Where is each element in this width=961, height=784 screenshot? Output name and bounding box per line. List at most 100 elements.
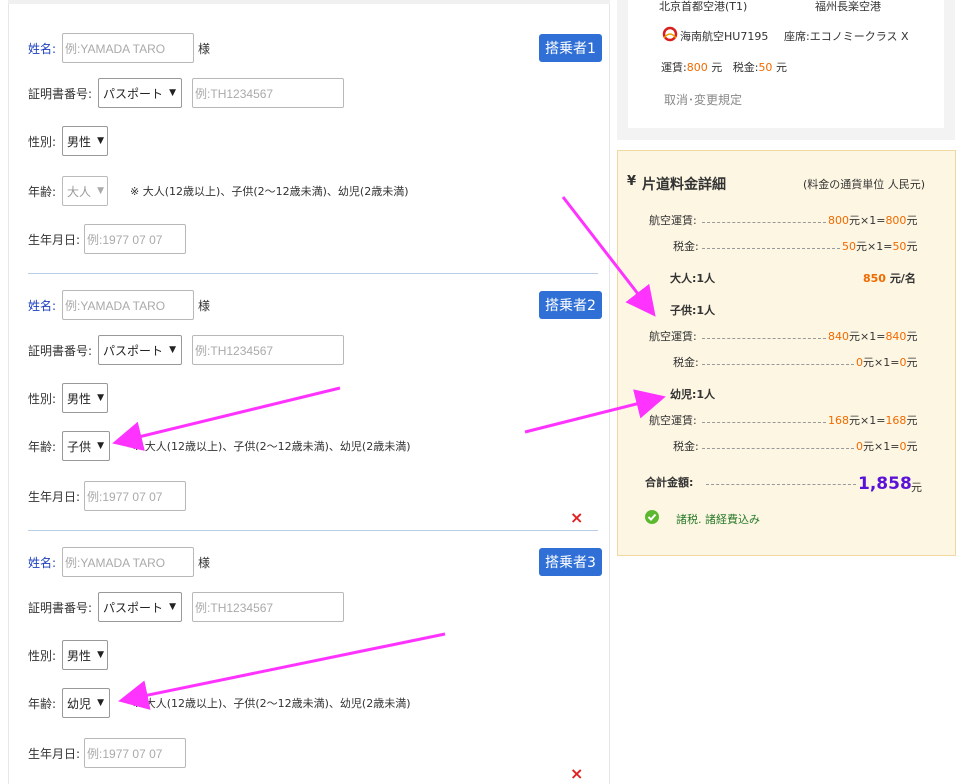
- caret-down-icon: ▼: [169, 88, 176, 98]
- airline-logo-icon: [662, 26, 678, 42]
- adult-fare-label: 航空運賃:: [649, 214, 697, 227]
- caret-down-icon: ▼: [97, 698, 104, 708]
- name-label: 姓名:: [28, 41, 57, 56]
- id-number-input[interactable]: 例:TH1234567: [192, 335, 345, 365]
- adult-fare-calc: 800元×1=800元: [828, 214, 918, 227]
- age-note: ※ 大人(12歳以上)、子供(2～12歳未満)、幼児(2歳未満): [130, 185, 409, 198]
- name-label: 姓名:: [28, 298, 57, 313]
- dotted-leader: [702, 448, 854, 449]
- id-type-select[interactable]: パスポート ▼: [98, 78, 183, 108]
- arrival-airport: 福州長楽空港: [815, 0, 881, 13]
- fare-label: 運賃:: [661, 61, 687, 74]
- child-fare-label: 航空運賃:: [649, 330, 697, 343]
- delete-passenger-icon[interactable]: ×: [570, 508, 583, 527]
- id-type-select[interactable]: パスポート ▼: [98, 592, 183, 622]
- airline-flight: 海南航空HU7195: [680, 30, 769, 43]
- infant-fare-label: 航空運賃:: [649, 414, 697, 427]
- child-fare-calc: 840元×1=840元: [828, 330, 918, 343]
- adult-count: 大人:1人: [670, 272, 716, 285]
- form-top-strip: [8, 0, 610, 4]
- caret-down-icon: ▼: [97, 441, 104, 451]
- id-number-input[interactable]: 例:TH1234567: [192, 78, 345, 108]
- tax-unit: 元: [775, 61, 787, 74]
- tax-label: 税金:: [732, 61, 759, 74]
- infant-tax-calc: 0元×1=0元: [856, 440, 918, 453]
- adult-tax-calc: 50元×1=50元: [842, 240, 918, 253]
- birthdate-label: 生年月日:: [28, 489, 81, 504]
- dotted-leader: [702, 338, 826, 339]
- total-amount: 1,858: [858, 474, 912, 494]
- check-circle-icon: [645, 510, 659, 524]
- age-select[interactable]: 幼児 ▼: [62, 688, 111, 718]
- age-note: ※ 大人(12歳以上)、子供(2～12歳未満)、幼児(2歳未満): [132, 440, 411, 453]
- caret-down-icon: ▼: [169, 345, 176, 355]
- price-detail-box: [617, 150, 956, 556]
- tax-included-note: 諸税. 諸経費込み: [676, 513, 760, 526]
- passenger-badge: 搭乗者1: [539, 34, 602, 62]
- tax-value: 50: [758, 61, 773, 74]
- birthdate-label: 生年月日:: [28, 746, 81, 761]
- child-tax-calc: 0元×1=0元: [856, 356, 918, 369]
- birthdate-input[interactable]: 例:1977 07 07: [84, 224, 187, 254]
- fare-unit: 元: [711, 61, 723, 74]
- age-label: 年齢:: [28, 439, 57, 454]
- caret-down-icon: ▼: [97, 650, 104, 660]
- dotted-leader: [702, 422, 826, 423]
- sex-label: 性別:: [28, 648, 57, 663]
- total-unit: 元: [911, 481, 922, 494]
- age-label: 年齢:: [28, 696, 57, 711]
- passenger-badge: 搭乗者3: [539, 548, 602, 576]
- passenger-badge: 搭乗者2: [539, 291, 602, 319]
- passenger-divider: [28, 530, 598, 531]
- sex-label: 性別:: [28, 391, 57, 406]
- age-select[interactable]: 子供 ▼: [62, 431, 111, 461]
- sex-select[interactable]: 男性 ▼: [62, 126, 109, 156]
- id-number-input[interactable]: 例:TH1234567: [192, 592, 345, 622]
- price-title: 片道料金詳細: [642, 177, 726, 193]
- name-suffix: 様: [198, 41, 211, 56]
- birthdate-input[interactable]: 例:1977 07 07: [84, 738, 187, 768]
- sex-select[interactable]: 男性 ▼: [62, 383, 109, 413]
- seat-class: 座席:エコノミークラス X: [784, 30, 909, 43]
- fare-value: 800: [686, 61, 708, 74]
- dotted-leader: [706, 484, 856, 485]
- sex-select[interactable]: 男性 ▼: [62, 640, 109, 670]
- total-label: 合計金額:: [645, 476, 694, 489]
- dotted-leader: [702, 364, 854, 365]
- name-suffix: 様: [198, 555, 211, 570]
- adult-per-person: 850 元/名: [863, 272, 916, 285]
- id-number-label: 証明書番号:: [28, 86, 93, 101]
- age-note: ※ 大人(12歳以上)、子供(2～12歳未満)、幼児(2歳未満): [132, 697, 411, 710]
- dotted-leader: [702, 248, 840, 249]
- birthdate-input[interactable]: 例:1977 07 07: [84, 481, 187, 511]
- fare-line: 運賃:800 元 税金:50 元: [661, 59, 787, 75]
- delete-passenger-icon[interactable]: ×: [570, 764, 583, 783]
- infant-tax-label: 税金:: [673, 440, 699, 453]
- infant-fare-calc: 168元×1=168元: [828, 414, 918, 427]
- sex-label: 性別:: [28, 134, 57, 149]
- child-count: 子供:1人: [670, 304, 716, 317]
- departure-airport: 北京首都空港(T1): [659, 0, 748, 13]
- name-input[interactable]: 例:YAMADA TARO: [62, 547, 195, 577]
- name-label: 姓名:: [28, 555, 57, 570]
- name-suffix: 様: [198, 298, 211, 313]
- adult-tax-label: 税金:: [673, 240, 699, 253]
- caret-down-icon: ▼: [169, 602, 176, 612]
- currency-note: (料金の通貨単位 人民元): [803, 178, 926, 191]
- name-input[interactable]: 例:YAMADA TARO: [62, 33, 195, 63]
- birthdate-label: 生年月日:: [28, 232, 81, 247]
- passenger-divider: [28, 273, 598, 274]
- cancel-rules-link[interactable]: 取消･変更規定: [664, 91, 742, 108]
- id-type-select[interactable]: パスポート ▼: [98, 335, 183, 365]
- age-label: 年齢:: [28, 184, 57, 199]
- name-input[interactable]: 例:YAMADA TARO: [62, 290, 195, 320]
- caret-down-icon: ▼: [97, 393, 104, 403]
- yen-icon: ¥: [627, 174, 637, 189]
- child-tax-label: 税金:: [673, 356, 699, 369]
- id-number-label: 証明書番号:: [28, 600, 93, 615]
- caret-down-icon: ▼: [97, 186, 104, 196]
- dotted-leader: [702, 222, 826, 223]
- id-number-label: 証明書番号:: [28, 343, 93, 358]
- caret-down-icon: ▼: [97, 136, 104, 146]
- age-select[interactable]: 大人 ▼: [62, 176, 109, 206]
